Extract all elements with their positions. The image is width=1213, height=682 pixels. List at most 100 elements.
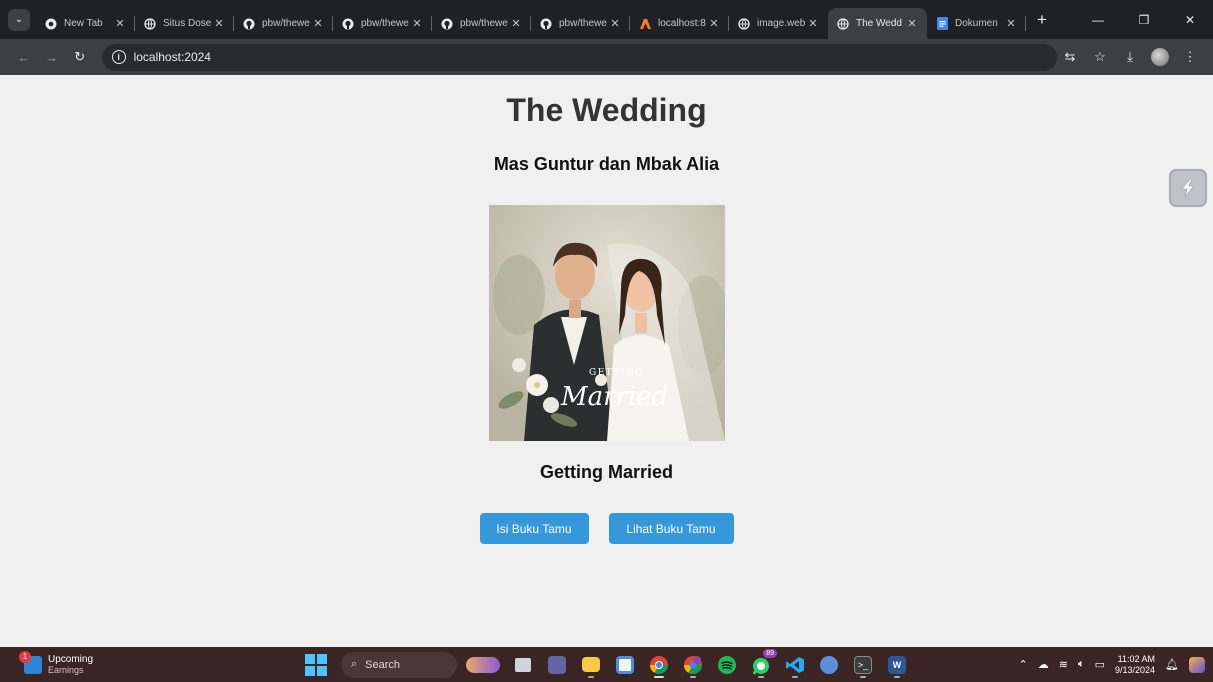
chevron-up-icon[interactable]: ⌃ <box>1019 658 1028 671</box>
tab-title: New Tab <box>64 18 103 29</box>
running-indicator <box>894 675 900 678</box>
terminal-button[interactable]: >_ <box>849 651 877 679</box>
tab-title: pbw/thewe <box>460 18 508 29</box>
globe-icon <box>836 17 850 31</box>
close-icon[interactable]: ✕ <box>806 17 820 30</box>
github-icon <box>341 17 355 31</box>
floating-extension-button[interactable] <box>1169 169 1207 207</box>
menu-button[interactable]: ⋮ <box>1177 44 1203 70</box>
copilot-icon <box>466 656 500 673</box>
chrome-button[interactable] <box>645 651 673 679</box>
toolbar-actions: ⇆ ☆ ⤓ ⋮ <box>1057 44 1203 70</box>
back-button[interactable]: ← <box>10 43 38 71</box>
whatsapp-button[interactable]: 89 <box>747 648 777 679</box>
close-icon[interactable]: ✕ <box>113 17 127 30</box>
translate-icon: ⇆ <box>1064 49 1076 64</box>
plus-icon: + <box>1037 9 1047 29</box>
tab-github-2[interactable]: pbw/thewe ✕ <box>333 8 432 39</box>
address-bar[interactable]: i localhost:2024 <box>101 43 1057 71</box>
copilot-tray-icon[interactable] <box>1189 656 1205 673</box>
close-icon[interactable]: ✕ <box>905 17 919 30</box>
bookmark-button[interactable]: ☆ <box>1087 44 1113 70</box>
downloads-button[interactable]: ⤓ <box>1117 44 1143 70</box>
tab-dokumen[interactable]: Dokumen ✕ <box>927 8 1026 39</box>
tab-localhost-xampp[interactable]: localhost:8 ✕ <box>630 8 729 39</box>
more-vertical-icon: ⋮ <box>1183 49 1197 64</box>
chevron-down-icon: ⌄ <box>14 14 24 25</box>
close-icon[interactable]: ✕ <box>608 17 622 30</box>
reload-button[interactable]: ↻ <box>66 43 94 71</box>
battery-icon[interactable]: ▭ <box>1095 658 1105 671</box>
store-button[interactable] <box>611 651 639 679</box>
teams-button[interactable] <box>543 651 571 679</box>
view-guestbook-button[interactable]: Lihat Buku Tamu <box>608 513 734 544</box>
new-tab-button[interactable]: + <box>1030 8 1054 32</box>
close-icon[interactable]: ✕ <box>1004 17 1018 30</box>
running-indicator <box>758 675 764 678</box>
clock[interactable]: 11:02 AM 9/13/2024 <box>1115 654 1155 676</box>
vscode-button[interactable] <box>781 651 809 679</box>
tab-github-1[interactable]: pbw/thewe ✕ <box>234 8 333 39</box>
tab-new-tab[interactable]: New Tab ✕ <box>36 8 135 39</box>
forward-button[interactable]: → <box>38 43 66 71</box>
fill-guestbook-button[interactable]: Isi Buku Tamu <box>479 513 589 544</box>
task-view-button[interactable] <box>509 651 537 679</box>
tab-title: pbw/thewe <box>559 18 607 29</box>
address-text: localhost:2024 <box>133 50 211 64</box>
clock-time: 11:02 AM <box>1117 653 1156 664</box>
globe-icon <box>737 17 751 31</box>
start-button[interactable] <box>305 653 327 676</box>
close-icon[interactable]: ✕ <box>410 17 424 30</box>
whatsapp-icon <box>752 657 769 675</box>
photo-caption: Getting Married <box>539 462 673 482</box>
spotify-icon <box>718 655 736 674</box>
guestbook-actions: Isi Buku Tamu Lihat Buku Tamu <box>479 513 734 544</box>
arrow-right-icon: → <box>45 49 59 65</box>
avatar <box>1151 48 1169 66</box>
chrome-icon <box>44 17 58 31</box>
tab-github-3[interactable]: pbw/thewe ✕ <box>432 8 531 39</box>
photo-text-script: Married <box>560 382 668 412</box>
notification-bell-icon[interactable]: 🔔︎ <box>1165 658 1179 671</box>
restore-button[interactable]: ❐ <box>1121 0 1167 39</box>
copilot-button[interactable] <box>463 651 503 679</box>
close-icon[interactable]: ✕ <box>311 17 325 30</box>
web-page: The Wedding Mas Guntur dan Mbak Alia GET… <box>0 75 1213 647</box>
vscode-icon <box>786 656 804 673</box>
minimize-button[interactable]: — <box>1075 0 1121 39</box>
close-icon[interactable]: ✕ <box>707 17 721 30</box>
close-icon: ✕ <box>1184 12 1196 27</box>
whatsapp-badge: 89 <box>763 648 777 658</box>
word-button[interactable]: W <box>883 651 911 679</box>
close-icon[interactable]: ✕ <box>509 17 523 30</box>
tab-situs-dosen[interactable]: Situs Dose ✕ <box>135 8 234 39</box>
wifi-icon[interactable]: ≋ <box>1059 658 1068 671</box>
close-icon[interactable]: ✕ <box>212 17 226 30</box>
cloud-icon[interactable]: ☁ <box>1038 658 1049 671</box>
tab-title: pbw/thewe <box>262 18 310 29</box>
file-explorer-button[interactable] <box>577 651 605 679</box>
tab-the-wedding[interactable]: The Wedd ✕ <box>828 8 927 39</box>
profile-button[interactable] <box>1147 44 1173 70</box>
tab-image-web[interactable]: image.web ✕ <box>729 8 828 39</box>
weather-widget[interactable]: 1 Upcoming Earnings <box>19 650 94 676</box>
close-window-button[interactable]: ✕ <box>1167 0 1213 39</box>
teams-icon <box>548 655 566 674</box>
spotify-button[interactable] <box>713 651 741 679</box>
restore-icon: ❐ <box>1138 12 1150 27</box>
tab-search-button[interactable]: ⌄ <box>8 8 30 31</box>
clock-date: 9/13/2024 <box>1114 664 1156 675</box>
download-icon: ⤓ <box>1127 49 1133 64</box>
taskbar-search[interactable]: ⌕ Search <box>341 651 457 678</box>
translate-button[interactable]: ⇆ <box>1057 44 1083 70</box>
notification-badge: 1 <box>19 650 31 663</box>
chrome-profile-button[interactable] <box>679 651 707 679</box>
github-icon <box>440 17 454 31</box>
site-info-icon[interactable]: i <box>111 50 126 64</box>
volume-icon[interactable]: 🔈︎ <box>1078 658 1085 671</box>
tab-github-4[interactable]: pbw/thewe ✕ <box>531 8 630 39</box>
store-icon <box>616 655 634 674</box>
photo-text-top: GETTING <box>589 368 644 378</box>
widget-title: Upcoming <box>48 653 94 665</box>
app-button[interactable] <box>815 651 843 679</box>
